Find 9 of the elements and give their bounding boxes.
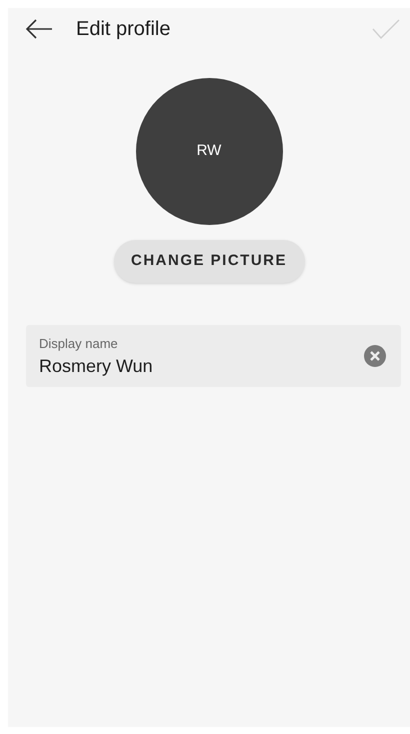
clear-icon[interactable] <box>364 345 386 367</box>
change-picture-button[interactable]: CHANGE PICTURE <box>114 240 304 283</box>
avatar: RW <box>136 78 282 225</box>
field-value: Rosmery Wun <box>39 356 153 376</box>
display-name-field[interactable]: Display name Rosmery Wun <box>26 325 401 387</box>
field-label: Display name <box>39 336 119 352</box>
back-arrow-icon <box>25 19 53 39</box>
screen-title: Edit profile <box>76 17 170 42</box>
check-icon <box>372 18 400 40</box>
